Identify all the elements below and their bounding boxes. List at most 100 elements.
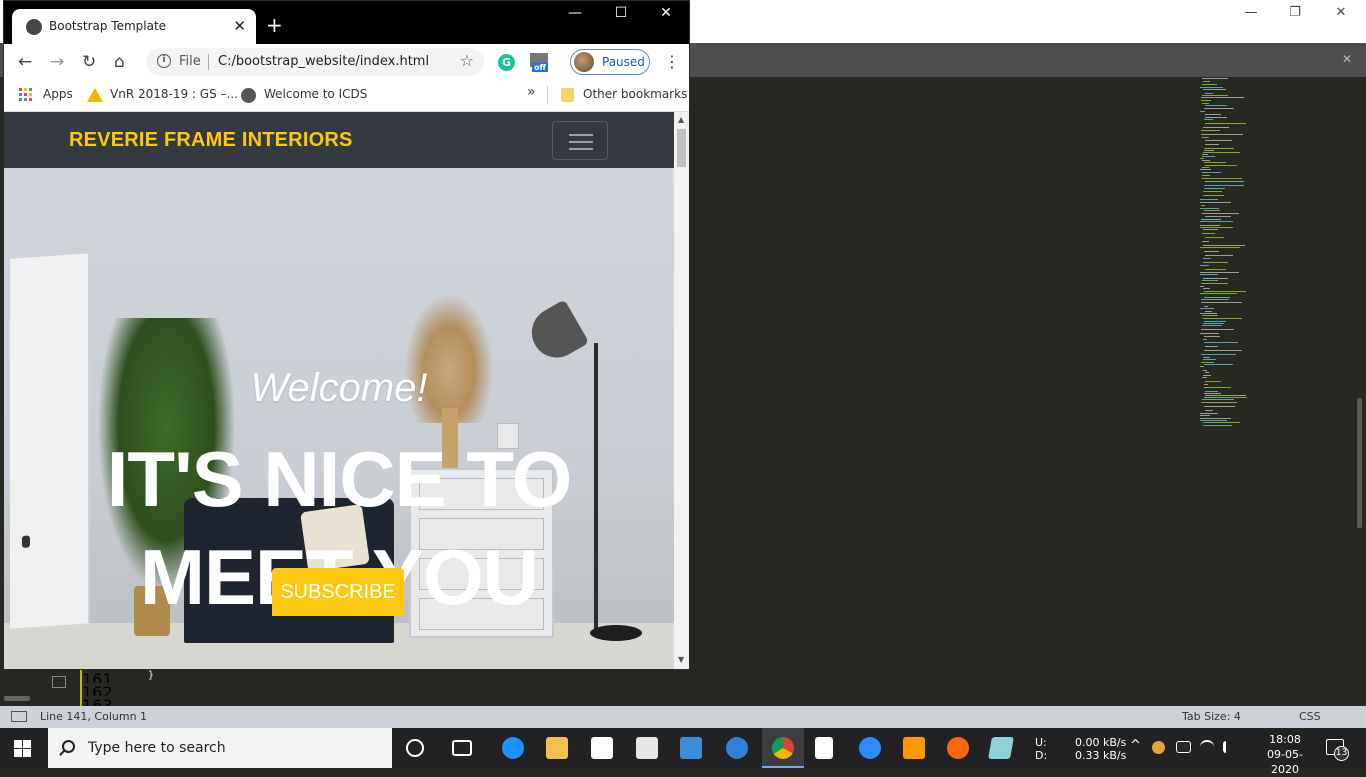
scroll-down-icon[interactable]: ▼ [678,655,684,664]
profile-button[interactable]: Paused [570,49,650,75]
minimap-line [1202,156,1215,157]
navbar-toggler-button[interactable] [552,121,608,160]
site-info-icon[interactable]: i [157,54,171,68]
editor-restore-button[interactable]: ❐ [1272,2,1318,24]
system-clock[interactable]: 18:08 09-05-2020 [1262,732,1308,777]
minimap-line [1201,100,1211,101]
bookmark-star-icon[interactable]: ☆ [460,51,474,70]
maximize-button[interactable]: ☐ [601,5,641,21]
minimap-line [1204,350,1242,351]
minimap-line [1205,346,1218,347]
scrollbar-thumb[interactable] [677,129,686,167]
sublime-text-icon[interactable] [903,737,925,759]
edge-icon[interactable] [502,737,524,759]
minimap-line [1204,406,1235,407]
editor-close-button[interactable]: ✕ [1318,2,1364,24]
image-icon [52,676,66,688]
minimap-line [1204,336,1220,337]
app-icon[interactable] [988,737,1014,759]
minimap-line [1202,175,1210,176]
store-icon[interactable] [591,737,613,759]
internet-explorer-icon[interactable] [726,737,748,759]
editor-minimap[interactable] [1196,78,1256,438]
minimap-line [1203,370,1207,371]
editor-tab-close-icon[interactable]: ✕ [1342,52,1352,66]
home-button[interactable]: ⌂ [114,52,125,72]
bookmark-other[interactable]: Other bookmarks [583,87,687,101]
tray-overflow-icon[interactable]: ^ [1130,738,1141,753]
minimap-line [1200,87,1223,88]
minimap-line [1205,123,1246,124]
zoom-icon[interactable] [859,737,881,759]
editor-horizontal-scrollbar[interactable] [4,696,30,701]
chrome-window: Bootstrap Template ✕ + — ☐ ✕ ← → ↻ ⌂ i F… [3,0,690,670]
bookmark-vnr[interactable]: VnR 2018-19 : GS –... [110,87,238,101]
minimap-line [1205,140,1232,141]
minimap-line [1203,422,1240,423]
extension-off-icon[interactable]: off [530,53,550,75]
minimap-line [1202,84,1217,85]
minimap-line [1200,158,1204,159]
minimap-line [1205,165,1237,166]
notepad-icon[interactable] [815,737,833,759]
minimap-line [1204,150,1214,151]
chrome-icon[interactable] [772,737,794,759]
panel-toggle-icon[interactable] [11,711,27,722]
minimap-line [1200,221,1233,222]
page-viewport[interactable]: REVERIE FRAME INTERIORS Welcome! IT'S NI… [4,112,674,669]
back-button[interactable]: ← [18,52,32,72]
minimap-line [1204,393,1221,394]
new-tab-button[interactable]: + [266,13,283,37]
tray-app-icon[interactable] [1152,741,1165,754]
syntax-indicator[interactable]: CSS [1299,710,1321,723]
minimap-line [1203,245,1245,246]
browser-tab[interactable]: Bootstrap Template ✕ [12,9,256,44]
close-button[interactable]: ✕ [646,5,686,21]
minimap-line [1205,410,1213,411]
subscribe-button[interactable]: SUBSCRIBE [272,568,404,616]
editor-minimize-button[interactable]: — [1228,2,1274,24]
windows-start-button[interactable] [14,740,31,757]
volume-icon[interactable] [1223,741,1235,753]
minimap-line [1202,160,1210,161]
firefox-icon[interactable] [947,737,969,759]
bookmarks-overflow-icon[interactable]: » [527,84,536,100]
task-view-icon[interactable] [452,740,472,756]
media-player-icon[interactable] [680,737,702,759]
bookmark-apps[interactable]: Apps [43,87,73,101]
minimap-line [1205,311,1212,312]
minimize-button[interactable]: — [555,5,595,21]
scroll-up-icon[interactable]: ▲ [678,115,684,124]
minimap-line [1205,144,1219,145]
file-explorer-icon[interactable] [546,737,568,759]
battery-icon[interactable] [1176,741,1191,753]
network-download-speed: 0.33 kB/s [1075,749,1127,762]
minimap-line [1203,258,1211,259]
tab-close-icon[interactable]: ✕ [233,17,246,35]
taskbar-search-box[interactable]: Type here to search [48,728,392,768]
mail-icon[interactable] [636,737,658,759]
editor-vertical-scrollbar[interactable] [1357,398,1362,528]
minimap-line [1200,366,1204,367]
cursor-position: Line 141, Column 1 [40,710,148,723]
bookmark-icds[interactable]: Welcome to ICDS [264,87,367,101]
grammarly-extension-icon[interactable]: G [498,54,515,71]
wifi-icon[interactable] [1200,740,1214,754]
cortana-icon[interactable] [406,739,424,757]
url-text[interactable]: C:/bootstrap_website/index.html [218,54,429,69]
notification-count-badge: 13 [1334,746,1349,761]
minimap-line [1201,329,1234,330]
address-bar[interactable]: i File C:/bootstrap_website/index.html ☆ [146,48,484,76]
site-brand[interactable]: REVERIE FRAME INTERIORS [69,129,353,152]
editor-statusbar: Line 141, Column 1 Tab Size: 4 CSS [0,706,1366,728]
minimap-line [1200,199,1218,200]
tab-size-indicator[interactable]: Tab Size: 4 [1182,710,1241,723]
minimap-line [1204,291,1246,292]
chrome-menu-icon[interactable]: ⋮ [664,52,680,71]
minimap-line [1202,178,1242,179]
minimap-line [1203,127,1229,128]
forward-button[interactable]: → [50,52,64,72]
reload-button[interactable]: ↻ [82,52,96,72]
minimap-line [1203,229,1218,230]
page-scrollbar[interactable]: ▲ ▼ [674,112,689,669]
